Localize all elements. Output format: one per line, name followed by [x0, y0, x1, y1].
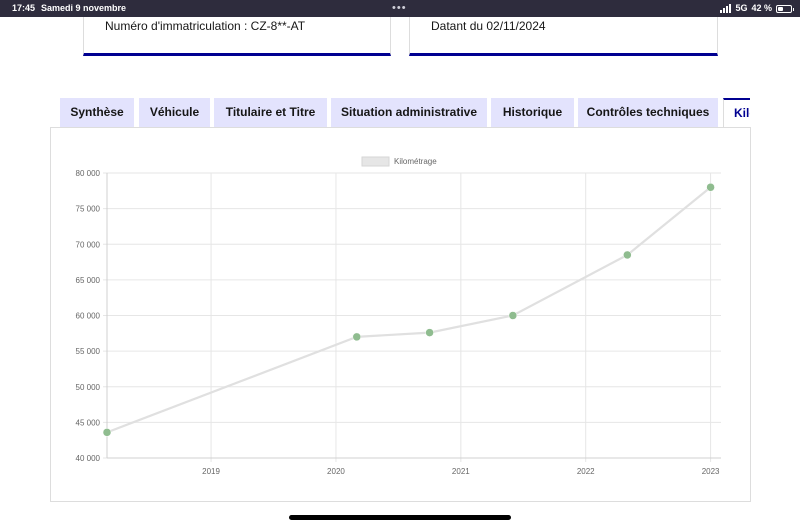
status-bar: 17:45 Samedi 9 novembre ••• 5G 42 %: [0, 0, 800, 17]
status-indicators: 5G 42 %: [720, 0, 794, 17]
status-time: 17:45: [12, 3, 36, 13]
mileage-chart: 40 000 45 000 50 000 55 000 60 000 65 000 70 0…: [76, 156, 721, 476]
y-tick-label: 80 000: [76, 169, 101, 178]
y-tick-label: 45 000: [76, 418, 101, 427]
y-tick-label: 75 000: [76, 205, 101, 214]
y-tick-label: 60 000: [76, 312, 101, 321]
registration-card: Numéro d'immatriculation : CZ-8**-AT: [83, 17, 391, 56]
legend-swatch: [361, 156, 390, 167]
x-tick-label: 2023: [702, 467, 720, 476]
battery-icon: [776, 4, 794, 13]
tab-historique[interactable]: Historique: [491, 98, 574, 127]
tab-titulaire-titre[interactable]: Titulaire et Titre: [214, 98, 327, 127]
y-tick-label: 70 000: [76, 240, 101, 249]
legend-label: Kilométrage: [394, 157, 437, 166]
data-point: [425, 328, 434, 337]
home-indicator[interactable]: [289, 515, 511, 520]
y-tick-label: 50 000: [76, 383, 101, 392]
mileage-panel: 40 000 45 000 50 000 55 000 60 000 65 000 70 0…: [50, 127, 751, 502]
network-label: 5G: [735, 3, 748, 13]
signal-icon: [720, 4, 732, 13]
status-date: Samedi 9 novembre: [41, 3, 127, 13]
y-tick-label: 40 000: [76, 454, 101, 463]
tab-bar: Synthèse Véhicule Titulaire et Titre Sit…: [60, 98, 750, 127]
battery-cap: [793, 7, 794, 11]
series-line: [106, 186, 712, 434]
data-point: [508, 311, 518, 320]
y-tick-label: 55 000: [76, 347, 101, 356]
tab-kilometrage[interactable]: Kilométrage: [723, 98, 750, 127]
x-tick-label: 2019: [202, 467, 220, 476]
report-date: Datant du 02/11/2024: [431, 19, 546, 33]
x-tick-label: 2021: [452, 467, 470, 476]
data-point: [102, 428, 112, 437]
multitasking-dots-icon[interactable]: •••: [392, 0, 407, 17]
tab-vehicule[interactable]: Véhicule: [139, 98, 210, 127]
battery-percent: 42 %: [751, 3, 772, 13]
x-tick-label: 2020: [327, 467, 345, 476]
data-point: [352, 332, 362, 342]
report-date-card: Datant du 02/11/2024: [409, 17, 718, 56]
data-point: [706, 183, 715, 192]
tab-situation-administrative[interactable]: Situation administrative: [331, 98, 487, 127]
battery-level: [778, 6, 783, 11]
y-tick-label: 65 000: [76, 276, 101, 285]
tab-synthese[interactable]: Synthèse: [60, 98, 134, 127]
data-point: [623, 250, 632, 260]
tab-controles-techniques[interactable]: Contrôles techniques: [578, 98, 718, 127]
registration-number: Numéro d'immatriculation : CZ-8**-AT: [105, 19, 306, 33]
x-tick-label: 2022: [577, 467, 595, 476]
